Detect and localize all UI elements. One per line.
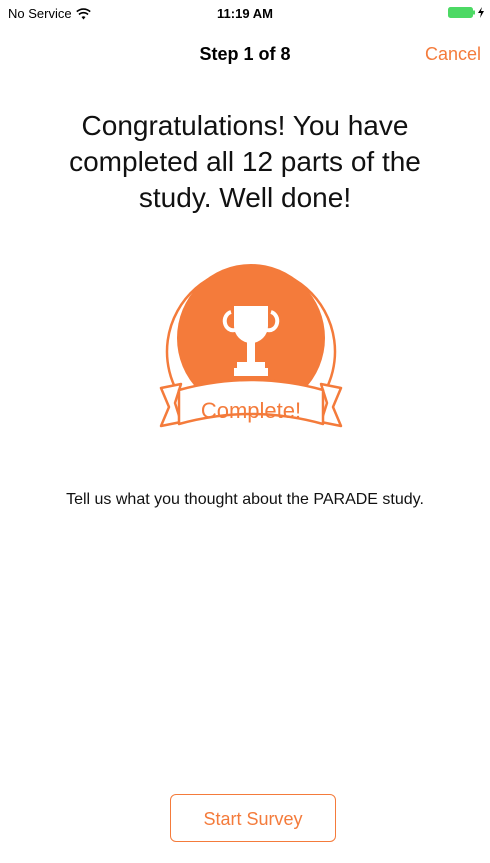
charging-icon	[478, 7, 484, 18]
start-survey-button[interactable]: Start Survey	[170, 794, 336, 842]
battery-icon	[448, 7, 475, 18]
complete-badge: Complete!	[155, 260, 347, 440]
status-time: 11:19 AM	[217, 6, 273, 21]
nav-bar: Step 1 of 8 Cancel	[0, 28, 490, 80]
cancel-button[interactable]: Cancel	[425, 44, 481, 65]
page-title: Step 1 of 8	[199, 44, 291, 64]
survey-prompt: Tell us what you thought about the PARAD…	[66, 491, 424, 508]
headline: Congratulations! You have completed all …	[69, 110, 421, 213]
status-bar: No Service 11:19 AM	[0, 0, 490, 28]
badge-label: Complete!	[200, 398, 302, 423]
status-right	[448, 7, 484, 18]
